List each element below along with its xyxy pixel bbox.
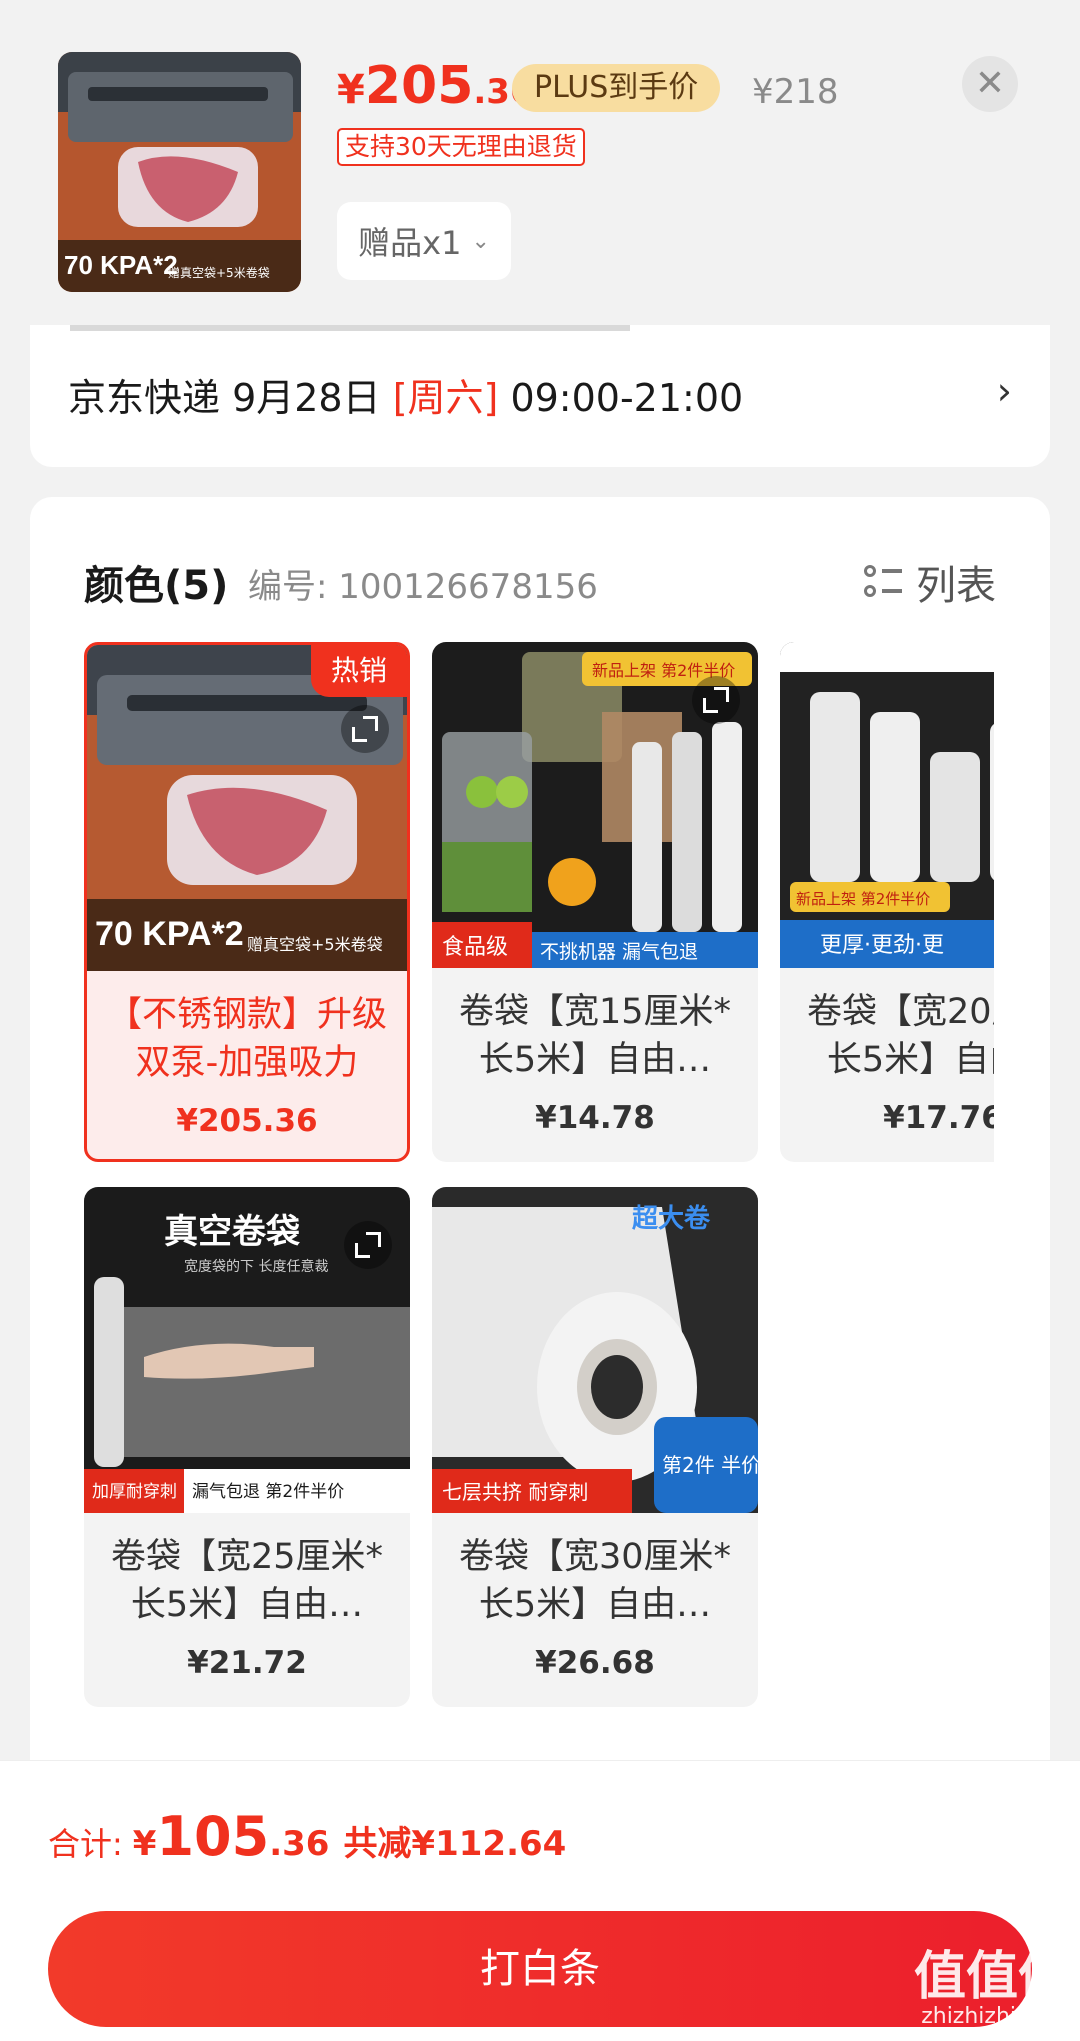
chevron-right-icon: › bbox=[996, 369, 1012, 413]
color-option[interactable]: 70 KPA*2 赠真空袋+5米卷袋 热销 【不锈钢款】升级双泵-加强吸力 ¥2… bbox=[84, 642, 410, 1162]
site-watermark: 值值值 zhizhizhi.com bbox=[913, 1947, 1070, 2029]
svg-text:70 KPA*2: 70 KPA*2 bbox=[95, 915, 244, 953]
sku-price: ¥ 205 .36 bbox=[337, 56, 534, 116]
plus-price-badge: PLUS到手价 bbox=[512, 64, 721, 112]
product-header: 70 KPA*2 赠真空袋+5米卷袋 ¥ 205 .36 PLUS到手价 ¥21… bbox=[0, 0, 1080, 325]
svg-text:新品上架 第2件半价: 新品上架 第2件半价 bbox=[796, 890, 930, 908]
color-selection-card: 颜色(5) 编号: 100126678156 列表 70 KPA*2 赠真空袋+… bbox=[30, 497, 1050, 1797]
tiles-row: 真空卷袋 宽度袋的下 长度任意裁 加厚耐穿刺 漏气包退 第2件半价 卷袋【宽25… bbox=[84, 1187, 994, 1707]
svg-text:超大卷: 超大卷 bbox=[632, 1204, 711, 1234]
svg-text:宽度袋的下 长度任意裁: 宽度袋的下 长度任意裁 bbox=[184, 1258, 328, 1275]
option-price: ¥205.36 bbox=[176, 1103, 318, 1139]
gift-selector[interactable]: 赠品x1 ⌄ bbox=[337, 202, 511, 280]
order-total: 合计: ¥ 105 .36 共减¥112.64 bbox=[48, 1805, 567, 1868]
svg-text:第2件 半价: 第2件 半价 bbox=[662, 1453, 758, 1477]
option-price: ¥21.72 bbox=[187, 1645, 307, 1681]
product-code: 编号: 100126678156 bbox=[248, 567, 598, 607]
svg-text:漏气包退 第2件半价: 漏气包退 第2件半价 bbox=[192, 1482, 344, 1502]
return-policy-tag: 支持30天无理由退货 bbox=[337, 128, 585, 166]
expand-icon[interactable] bbox=[341, 705, 389, 753]
option-name: 卷袋【宽30厘米*长5米】自由… bbox=[458, 1537, 732, 1625]
gift-label: 赠品x1 bbox=[358, 224, 462, 262]
list-view-label: 列表 bbox=[916, 563, 996, 609]
svg-text:真空卷袋: 真空卷袋 bbox=[164, 1212, 300, 1252]
option-name: 卷袋【宽15厘米*长5米】自由… bbox=[458, 992, 732, 1080]
tiles-row: 70 KPA*2 赠真空袋+5米卷袋 热销 【不锈钢款】升级双泵-加强吸力 ¥2… bbox=[84, 642, 994, 1162]
expand-icon[interactable] bbox=[692, 676, 740, 724]
option-name: 卷袋【宽20厘米*长5米】自由… bbox=[806, 992, 994, 1080]
option-price: ¥14.78 bbox=[535, 1100, 655, 1136]
svg-text:赠真空袋+5米卷袋: 赠真空袋+5米卷袋 bbox=[168, 265, 270, 280]
color-section-title: 颜色(5) bbox=[84, 563, 229, 609]
total-savings: 共减¥112.64 bbox=[343, 1824, 567, 1864]
option-price: ¥26.68 bbox=[535, 1645, 655, 1681]
svg-text:不挑机器 漏气包退: 不挑机器 漏气包退 bbox=[540, 941, 698, 963]
color-option[interactable]: 新品上架 第2件半价 更厚·更劲·更 卷袋【宽20厘米*长5米】自由… ¥17.… bbox=[780, 642, 994, 1162]
hot-sale-badge: 热销 bbox=[310, 645, 407, 697]
product-thumbnail[interactable]: 70 KPA*2 赠真空袋+5米卷袋 bbox=[58, 52, 301, 292]
pay-with-baitiao-button[interactable]: 打白条 bbox=[48, 1911, 1032, 2027]
expand-icon[interactable] bbox=[344, 1221, 392, 1269]
list-view-toggle[interactable]: 列表 bbox=[864, 553, 996, 611]
option-price: ¥17.76 bbox=[883, 1100, 994, 1136]
option-name: 卷袋【宽25厘米*长5米】自由… bbox=[110, 1537, 384, 1625]
original-price: ¥218 bbox=[752, 72, 839, 112]
option-name: 【不锈钢款】升级双泵-加强吸力 bbox=[106, 995, 387, 1083]
color-option[interactable]: 新品上架 第2件半价 食品级 不挑机器 漏气包退 卷袋【宽15厘米*长5米】自由… bbox=[432, 642, 758, 1162]
list-icon bbox=[864, 563, 902, 601]
total-label: 合计: bbox=[48, 1825, 123, 1863]
svg-text:赠真空袋+5米卷袋: 赠真空袋+5米卷袋 bbox=[247, 935, 383, 954]
color-option[interactable]: 超大卷 七层共挤 耐穿刺 第2件 半价 卷袋【宽30厘米*长5米】自由… ¥26… bbox=[432, 1187, 758, 1707]
delivery-card[interactable]: 京东快递 9月28日 [周六] 09:00-21:00 › bbox=[30, 325, 1050, 467]
svg-text:七层共挤 耐穿刺: 七层共挤 耐穿刺 bbox=[442, 1480, 588, 1504]
svg-text:70 KPA*2: 70 KPA*2 bbox=[64, 250, 178, 280]
delivery-info: 京东快递 9月28日 [周六] 09:00-21:00 bbox=[68, 376, 744, 420]
svg-text:食品级: 食品级 bbox=[442, 935, 508, 960]
checkout-bar: 合计: ¥ 105 .36 共减¥112.64 打白条 值值值 zhizhizh… bbox=[0, 1760, 1080, 2041]
chevron-down-icon: ⌄ bbox=[471, 228, 490, 254]
scrolled-content-remnant bbox=[70, 325, 670, 343]
option-image: 新品上架 第2件半价 更厚·更劲·更 bbox=[780, 642, 994, 968]
close-button[interactable]: ✕ bbox=[962, 56, 1018, 112]
color-option[interactable]: 真空卷袋 宽度袋的下 长度任意裁 加厚耐穿刺 漏气包退 第2件半价 卷袋【宽25… bbox=[84, 1187, 410, 1707]
option-image: 超大卷 七层共挤 耐穿刺 第2件 半价 bbox=[432, 1187, 758, 1513]
svg-text:更厚·更劲·更: 更厚·更劲·更 bbox=[820, 933, 944, 958]
svg-text:加厚耐穿刺: 加厚耐穿刺 bbox=[92, 1482, 177, 1502]
